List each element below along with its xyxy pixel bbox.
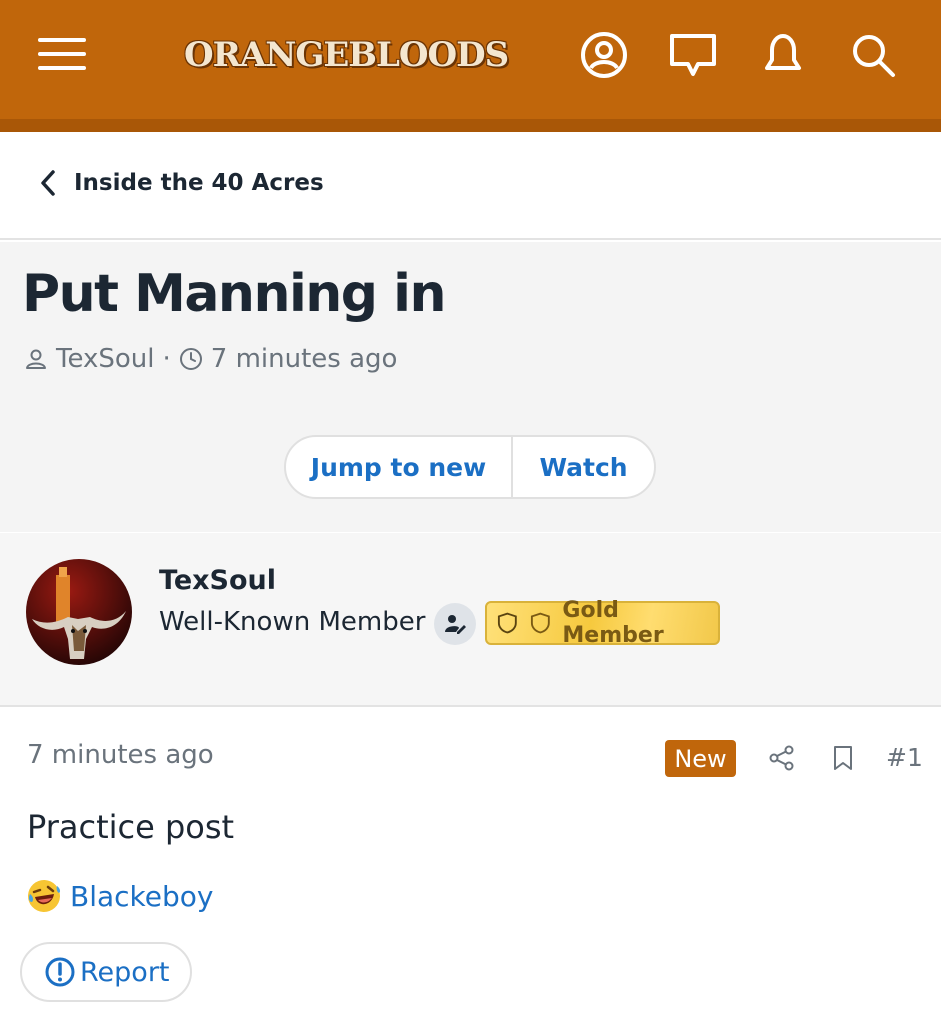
alert-circle-icon xyxy=(45,957,75,987)
alerts-icon[interactable] xyxy=(758,30,808,80)
shield-icon xyxy=(530,612,550,634)
post-time[interactable]: 7 minutes ago xyxy=(27,740,214,770)
breadcrumb-label: Inside the 40 Acres xyxy=(74,170,324,196)
header-shadow xyxy=(0,119,941,132)
report-label: Report xyxy=(80,956,170,988)
laughing-emoji-icon xyxy=(28,880,61,912)
share-icon[interactable] xyxy=(768,744,796,772)
report-button[interactable]: Report xyxy=(20,942,192,1002)
thread-time[interactable]: 7 minutes ago xyxy=(211,344,398,374)
page-title: Put Manning in xyxy=(22,264,446,324)
menu-icon[interactable] xyxy=(38,36,88,72)
site-header: ORANGEBLOODS xyxy=(0,0,941,132)
new-badge: New xyxy=(665,740,736,777)
account-icon[interactable] xyxy=(579,30,629,80)
post-user-block: TexSoul Well-Known Member Gold Member xyxy=(0,533,941,707)
user-icon xyxy=(26,349,46,369)
post-username[interactable]: TexSoul xyxy=(159,565,276,596)
breadcrumb: Inside the 40 Acres xyxy=(0,132,941,240)
reaction-summary[interactable]: Blackeboy xyxy=(26,878,213,914)
thread-actions: Jump to new Watch xyxy=(284,435,656,499)
jump-to-new-button[interactable]: Jump to new xyxy=(286,437,513,497)
thread-author[interactable]: TexSoul xyxy=(56,344,155,374)
reaction-user[interactable]: Blackeboy xyxy=(70,880,213,913)
chevron-left-icon xyxy=(41,170,55,196)
site-logo[interactable]: ORANGEBLOODS xyxy=(184,30,509,80)
meta-separator: · xyxy=(162,344,171,374)
clock-icon xyxy=(179,348,202,370)
gold-member-badge: Gold Member xyxy=(485,598,720,648)
post-number[interactable]: #1 xyxy=(886,743,923,772)
user-edit-icon xyxy=(434,603,476,645)
avatar[interactable] xyxy=(26,559,132,665)
watch-button[interactable]: Watch xyxy=(513,437,654,497)
search-icon[interactable] xyxy=(848,30,898,80)
shield-icon xyxy=(497,612,517,634)
bookmark-icon[interactable] xyxy=(829,744,857,772)
user-title: Well-Known Member xyxy=(159,607,426,637)
post-body: Practice post xyxy=(27,808,235,846)
conversations-icon[interactable] xyxy=(668,30,718,80)
thread-meta: TexSoul · 7 minutes ago xyxy=(24,344,397,374)
thread-header: Put Manning in TexSoul · 7 minutes ago J… xyxy=(0,242,941,532)
breadcrumb-link[interactable]: Inside the 40 Acres xyxy=(36,168,324,198)
badge-label: Gold Member xyxy=(562,598,664,648)
